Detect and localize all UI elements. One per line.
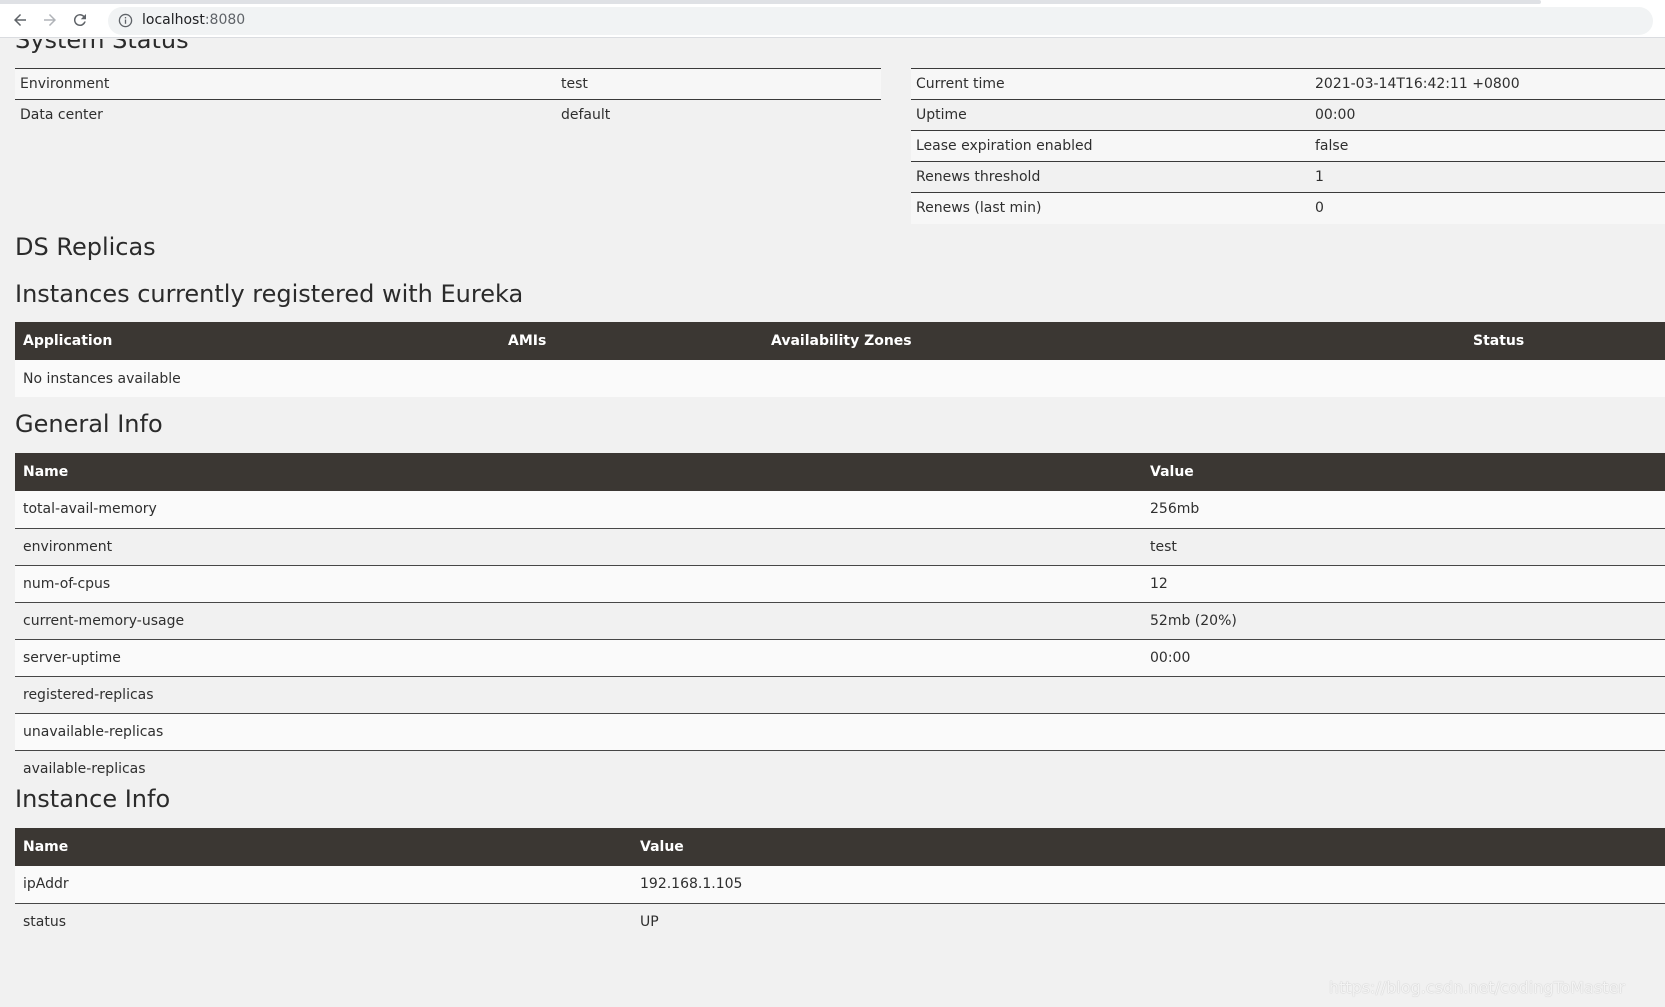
empty-message: No instances available bbox=[15, 360, 1665, 397]
back-arrow-icon[interactable] bbox=[9, 9, 31, 31]
url-text[interactable]: localhost:8080 bbox=[142, 12, 245, 28]
info-value: 12 bbox=[1142, 565, 1665, 603]
info-name: registered-replicas bbox=[15, 676, 1142, 714]
info-name: num-of-cpus bbox=[15, 565, 1142, 603]
system-status-left-table: Environment test Data center default bbox=[15, 68, 881, 131]
page-load-bar bbox=[0, 0, 1541, 4]
status-row: Current time 2021-03-14T16:42:11 +0800 bbox=[911, 68, 1665, 100]
status-label: Uptime bbox=[911, 99, 1310, 131]
page-content: System Status Environment test Data cent… bbox=[0, 39, 1665, 1007]
table-row: registered-replicas bbox=[15, 676, 1665, 714]
system-status-heading: System Status bbox=[15, 39, 189, 54]
info-name: available-replicas bbox=[15, 750, 1142, 787]
watermark-text: https://blog.csdn.net/codingToMaster bbox=[1328, 978, 1625, 997]
column-header-value: Value bbox=[1142, 453, 1665, 491]
system-status-right-table: Current time 2021-03-14T16:42:11 +0800 U… bbox=[911, 68, 1665, 224]
info-value: 192.168.1.105 bbox=[632, 866, 1665, 904]
status-label: Environment bbox=[15, 68, 556, 100]
url-port: :8080 bbox=[204, 12, 246, 28]
status-row: Renews threshold 1 bbox=[911, 161, 1665, 193]
column-header-application: Application bbox=[15, 322, 500, 360]
info-name: current-memory-usage bbox=[15, 602, 1142, 640]
instances-heading: Instances currently registered with Eure… bbox=[15, 280, 524, 308]
status-label: Lease expiration enabled bbox=[911, 130, 1310, 162]
table-row: num-of-cpus 12 bbox=[15, 565, 1665, 603]
table-row: ipAddr 192.168.1.105 bbox=[15, 866, 1665, 904]
ds-replicas-heading: DS Replicas bbox=[15, 233, 156, 261]
status-value: 1 bbox=[1310, 161, 1665, 193]
status-value: 0 bbox=[1310, 192, 1665, 224]
address-bar[interactable] bbox=[108, 7, 1653, 35]
info-value bbox=[1142, 750, 1665, 787]
info-name: status bbox=[15, 903, 632, 940]
instances-table: Application AMIs Availability Zones Stat… bbox=[15, 322, 1665, 397]
info-name: ipAddr bbox=[15, 866, 632, 904]
table-header-row: Application AMIs Availability Zones Stat… bbox=[15, 322, 1665, 360]
table-row: available-replicas bbox=[15, 750, 1665, 787]
table-row: environment test bbox=[15, 528, 1665, 566]
general-info-heading: General Info bbox=[15, 410, 163, 438]
table-row: total-avail-memory 256mb bbox=[15, 491, 1665, 529]
url-host: localhost bbox=[142, 12, 205, 28]
status-label: Current time bbox=[911, 68, 1310, 100]
status-value: default bbox=[556, 99, 881, 131]
status-value: false bbox=[1310, 130, 1665, 162]
table-header-row: Name Value bbox=[15, 828, 1665, 866]
table-row: current-memory-usage 52mb (20%) bbox=[15, 602, 1665, 640]
status-row: Lease expiration enabled false bbox=[911, 130, 1665, 162]
column-header-status: Status bbox=[1465, 322, 1665, 360]
info-value: UP bbox=[632, 903, 1665, 940]
general-info-table: Name Value total-avail-memory 256mb envi… bbox=[15, 453, 1665, 787]
column-header-value: Value bbox=[632, 828, 1665, 866]
browser-toolbar: localhost:8080 bbox=[0, 0, 1665, 38]
status-row: Environment test bbox=[15, 68, 881, 100]
status-label: Renews threshold bbox=[911, 161, 1310, 193]
status-row: Data center default bbox=[15, 99, 881, 131]
info-name: environment bbox=[15, 528, 1142, 566]
info-name: unavailable-replicas bbox=[15, 713, 1142, 751]
table-header-row: Name Value bbox=[15, 453, 1665, 491]
info-value: 52mb (20%) bbox=[1142, 602, 1665, 640]
status-value: 2021-03-14T16:42:11 +0800 bbox=[1310, 68, 1665, 100]
instance-info-heading: Instance Info bbox=[15, 785, 171, 813]
info-icon[interactable] bbox=[118, 13, 133, 28]
column-header-name: Name bbox=[15, 453, 1142, 491]
reload-icon[interactable] bbox=[69, 9, 91, 31]
status-row: Uptime 00:00 bbox=[911, 99, 1665, 131]
status-value: 00:00 bbox=[1310, 99, 1665, 131]
status-label: Data center bbox=[15, 99, 556, 131]
status-label: Renews (last min) bbox=[911, 192, 1310, 224]
column-header-amis: AMIs bbox=[500, 322, 763, 360]
status-row: Renews (last min) 0 bbox=[911, 192, 1665, 224]
status-value: test bbox=[556, 68, 881, 100]
table-row: server-uptime 00:00 bbox=[15, 639, 1665, 677]
column-header-name: Name bbox=[15, 828, 632, 866]
info-name: server-uptime bbox=[15, 639, 1142, 677]
info-name: total-avail-memory bbox=[15, 491, 1142, 529]
forward-arrow-icon[interactable] bbox=[39, 9, 61, 31]
table-row: unavailable-replicas bbox=[15, 713, 1665, 751]
info-value: 256mb bbox=[1142, 491, 1665, 529]
column-header-availability-zones: Availability Zones bbox=[763, 322, 1465, 360]
info-value: test bbox=[1142, 528, 1665, 566]
table-row: No instances available bbox=[15, 360, 1665, 397]
info-value bbox=[1142, 676, 1665, 714]
instance-info-table: Name Value ipAddr 192.168.1.105 status U… bbox=[15, 828, 1665, 940]
info-value: 00:00 bbox=[1142, 639, 1665, 677]
table-row: status UP bbox=[15, 903, 1665, 940]
info-value bbox=[1142, 713, 1665, 751]
